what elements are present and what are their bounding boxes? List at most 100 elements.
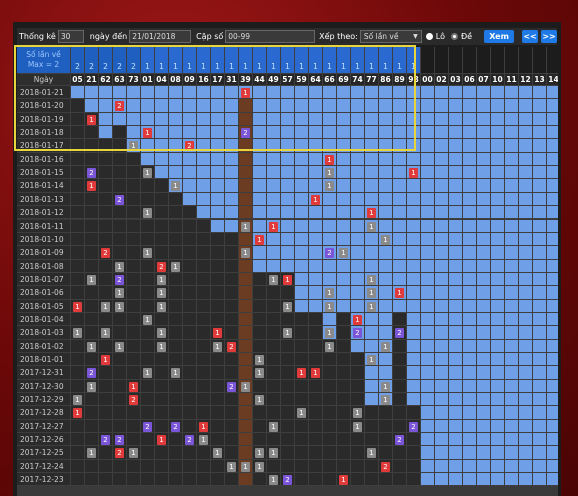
grid-cell[interactable]: [351, 299, 365, 313]
grid-cell[interactable]: [393, 99, 407, 113]
grid-cell[interactable]: [407, 406, 421, 420]
grid-cell[interactable]: [239, 446, 253, 460]
grid-cell[interactable]: [477, 299, 491, 313]
number-header[interactable]: 64: [309, 74, 323, 86]
number-header[interactable]: 11: [505, 74, 519, 86]
grid-cell[interactable]: [71, 232, 85, 247]
number-header[interactable]: 89: [393, 74, 407, 86]
grid-cell[interactable]: [183, 286, 197, 300]
grid-cell[interactable]: [491, 139, 505, 153]
number-header[interactable]: 63: [113, 74, 127, 86]
grid-cell[interactable]: [281, 179, 295, 193]
number-header[interactable]: 12: [519, 74, 533, 86]
grid-cell[interactable]: [393, 139, 407, 153]
grid-cell[interactable]: [421, 299, 435, 313]
grid-cell[interactable]: [253, 312, 267, 327]
grid-cell[interactable]: [491, 179, 505, 193]
grid-cell[interactable]: [533, 459, 547, 474]
grid-cell[interactable]: [463, 166, 477, 180]
grid-cell[interactable]: [127, 272, 141, 287]
grid-cell[interactable]: [197, 219, 211, 233]
grid-cell[interactable]: [519, 459, 533, 474]
grid-cell[interactable]: [463, 246, 477, 260]
grid-cell[interactable]: 1: [295, 366, 309, 380]
grid-cell[interactable]: [533, 353, 547, 367]
grid-cell[interactable]: [281, 366, 295, 380]
grid-cell[interactable]: [477, 272, 491, 287]
grid-cell[interactable]: [449, 112, 463, 127]
grid-cell[interactable]: [547, 299, 558, 313]
grid-cell[interactable]: [281, 433, 295, 447]
grid-cell[interactable]: [421, 473, 435, 487]
grid-cell[interactable]: [519, 326, 533, 340]
grid-cell[interactable]: 2: [113, 272, 127, 287]
grid-cell[interactable]: [351, 366, 365, 380]
grid-cell[interactable]: [127, 459, 141, 474]
grid-cell[interactable]: [491, 192, 505, 207]
grid-cell[interactable]: [71, 99, 85, 113]
grid-cell[interactable]: 2: [183, 139, 197, 153]
grid-cell[interactable]: [71, 126, 85, 140]
grid-cell[interactable]: [533, 139, 547, 153]
grid-cell[interactable]: [211, 459, 225, 474]
grid-cell[interactable]: [197, 393, 211, 407]
grid-cell[interactable]: [197, 179, 211, 193]
grid-cell[interactable]: [239, 206, 253, 220]
grid-cell[interactable]: [519, 393, 533, 407]
grid-cell[interactable]: [155, 179, 169, 193]
grid-cell[interactable]: [141, 459, 155, 474]
grid-cell[interactable]: [281, 246, 295, 260]
grid-cell[interactable]: [113, 219, 127, 233]
grid-cell[interactable]: [337, 379, 351, 394]
grid-cell[interactable]: [533, 433, 547, 447]
grid-cell[interactable]: [533, 406, 547, 420]
grid-cell[interactable]: [547, 459, 558, 474]
grid-cell[interactable]: [407, 473, 421, 487]
grid-cell[interactable]: [463, 192, 477, 207]
grid-cell[interactable]: [393, 339, 407, 353]
grid-cell[interactable]: [435, 353, 449, 367]
grid-cell[interactable]: [99, 312, 113, 327]
grid-cell[interactable]: [295, 232, 309, 247]
grid-cell[interactable]: [85, 99, 99, 113]
grid-cell[interactable]: [379, 272, 393, 287]
grid-cell[interactable]: [155, 232, 169, 247]
grid-cell[interactable]: [253, 192, 267, 207]
grid-cell[interactable]: 1: [127, 139, 141, 153]
grid-cell[interactable]: [477, 219, 491, 233]
number-header[interactable]: 86: [379, 74, 393, 86]
grid-cell[interactable]: 1: [141, 166, 155, 180]
grid-cell[interactable]: [211, 139, 225, 153]
grid-cell[interactable]: [169, 379, 183, 394]
grid-cell[interactable]: [505, 126, 519, 140]
grid-cell[interactable]: [71, 166, 85, 180]
grid-cell[interactable]: [547, 473, 558, 487]
grid-cell[interactable]: [309, 206, 323, 220]
grid-cell[interactable]: 2: [113, 99, 127, 113]
grid-cell[interactable]: [85, 206, 99, 220]
grid-cell[interactable]: [435, 459, 449, 474]
grid-cell[interactable]: [365, 99, 379, 113]
grid-cell[interactable]: [169, 232, 183, 247]
grid-cell[interactable]: [141, 219, 155, 233]
grid-cell[interactable]: 1: [323, 339, 337, 353]
grid-cell[interactable]: [85, 152, 99, 167]
grid-cell[interactable]: [323, 86, 337, 100]
grid-cell[interactable]: [225, 406, 239, 420]
grid-cell[interactable]: [547, 379, 558, 394]
grid-cell[interactable]: [127, 433, 141, 447]
grid-cell[interactable]: [71, 459, 85, 474]
grid-cell[interactable]: [169, 192, 183, 207]
grid-cell[interactable]: 1: [99, 353, 113, 367]
grid-cell[interactable]: [85, 433, 99, 447]
grid-cell[interactable]: [127, 166, 141, 180]
grid-cell[interactable]: [477, 312, 491, 327]
grid-cell[interactable]: [365, 152, 379, 167]
grid-cell[interactable]: [211, 219, 225, 233]
grid-cell[interactable]: [281, 152, 295, 167]
grid-cell[interactable]: [477, 179, 491, 193]
grid-cell[interactable]: 1: [337, 246, 351, 260]
grid-cell[interactable]: [519, 379, 533, 394]
grid-cell[interactable]: [85, 312, 99, 327]
grid-cell[interactable]: [379, 112, 393, 127]
